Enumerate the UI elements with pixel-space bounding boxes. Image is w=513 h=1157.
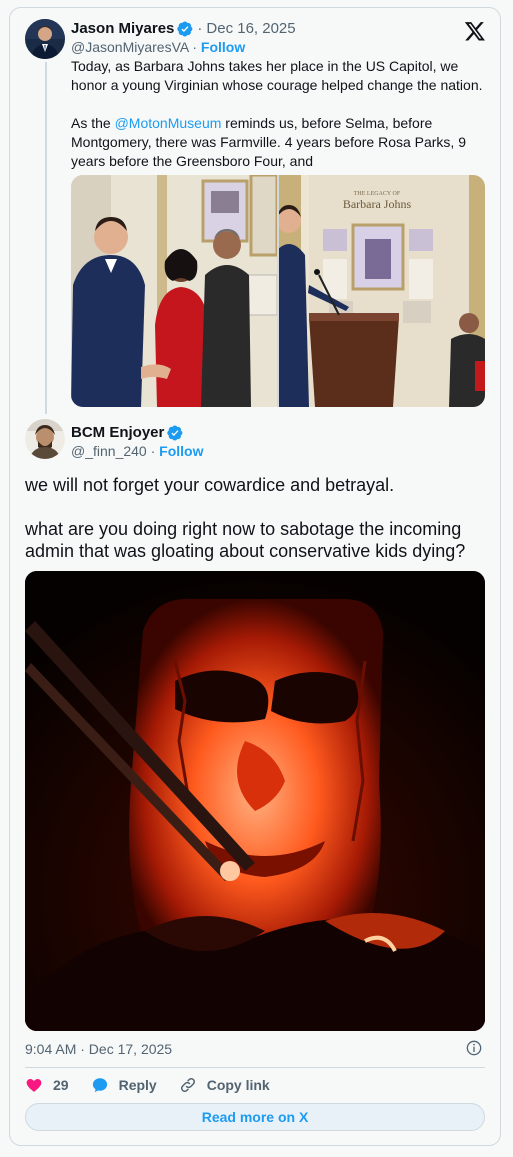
reply-media-photo[interactable] [25, 571, 485, 1031]
verified-badge-icon [167, 425, 183, 440]
quoted-tweet-text: Today, as Barbara Johns takes her place … [71, 57, 487, 171]
follow-button[interactable]: Follow [201, 39, 245, 55]
quoted-paragraph-1: Today, as Barbara Johns takes her place … [71, 58, 483, 93]
x-logo-icon[interactable] [464, 20, 486, 42]
quoted-handle-row: @JasonMiyaresVA · Follow [71, 39, 245, 55]
separator: · [192, 39, 201, 55]
embedded-tweet-card: Jason Miyares · Dec 16, 2025 @JasonMiyar… [9, 7, 501, 1146]
separator: · [150, 443, 160, 459]
info-icon[interactable] [466, 1040, 482, 1056]
read-more-button[interactable]: Read more on X [25, 1103, 485, 1131]
quoted-media-grid[interactable]: THE LEGACY OF Barbara Johns [71, 175, 485, 407]
exhibit-caption-large: Barbara Johns [343, 197, 412, 211]
reply-bubble-icon [92, 1078, 107, 1093]
author-name[interactable]: BCM Enjoyer [71, 424, 164, 441]
photo-podium[interactable]: THE LEGACY OF Barbara Johns [279, 175, 485, 407]
like-count: 29 [53, 1077, 69, 1093]
author-name[interactable]: Jason Miyares [71, 20, 174, 37]
heart-icon [26, 1079, 42, 1092]
quoted-paragraph-2: As the @MotonMuseum reminds us, before S… [71, 114, 487, 171]
reply-paragraph-1: we will not forget your cowardice and be… [25, 475, 395, 495]
divider [25, 1067, 485, 1068]
photo-handshake[interactable] [71, 175, 277, 407]
follow-button[interactable]: Follow [159, 443, 203, 459]
quoted-author-row: Jason Miyares · Dec 16, 2025 [71, 20, 296, 37]
reply-tweet-text: we will not forget your cowardice and be… [25, 474, 485, 562]
reply-button[interactable]: Reply [91, 1076, 157, 1094]
separator: · [197, 20, 203, 37]
reply-author-row: BCM Enjoyer [71, 424, 183, 441]
mention-link[interactable]: @MotonMuseum [115, 115, 222, 131]
copy-link-label: Copy link [206, 1077, 270, 1093]
reply-paragraph-2: what are you doing right now to sabotage… [25, 519, 466, 561]
quoted-paragraph-2-prefix: As the [71, 115, 115, 131]
copy-link-button[interactable]: Copy link [179, 1076, 270, 1094]
avatar-jason-miyares[interactable] [25, 19, 65, 59]
tweet-date[interactable]: Dec 16, 2025 [206, 20, 295, 37]
thread-connector [45, 62, 47, 414]
like-button[interactable]: 29 [25, 1076, 69, 1094]
verified-badge-icon [177, 21, 193, 36]
link-icon [180, 1077, 195, 1093]
author-handle[interactable]: @JasonMiyaresVA [71, 39, 188, 55]
reply-handle-row: @_finn_240 · Follow [71, 443, 204, 459]
author-handle[interactable]: @_finn_240 [71, 443, 147, 459]
tweet-timestamp[interactable]: 9:04 AM · Dec 17, 2025 [25, 1041, 172, 1057]
reply-label: Reply [118, 1077, 157, 1093]
avatar-bcm-enjoyer[interactable] [25, 419, 65, 459]
action-bar: 29 Reply Copy link [25, 1076, 292, 1094]
